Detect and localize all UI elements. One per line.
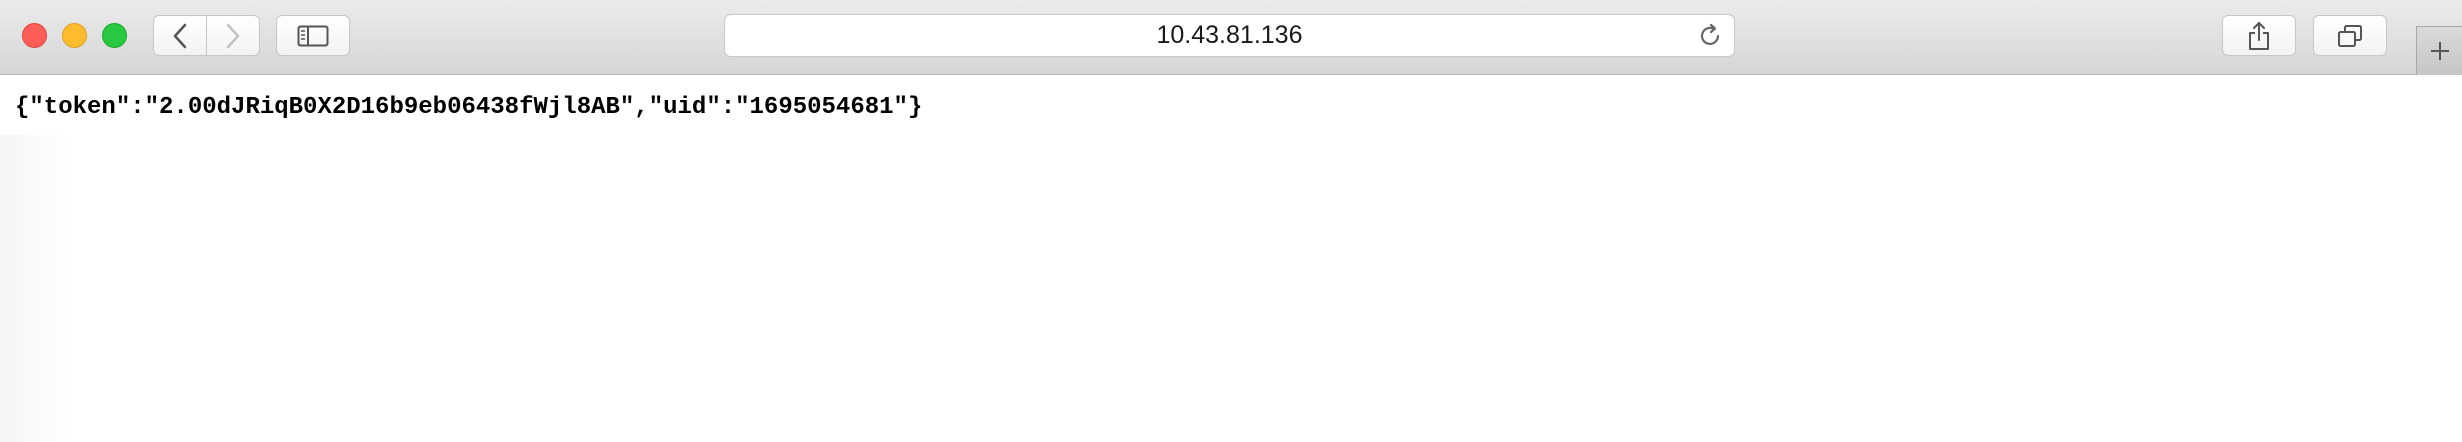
address-bar[interactable]: 10.43.81.136 bbox=[724, 14, 1735, 57]
minimize-window-button[interactable] bbox=[62, 23, 87, 48]
back-button[interactable] bbox=[153, 15, 207, 56]
forward-button[interactable] bbox=[206, 15, 260, 56]
reload-icon[interactable] bbox=[1696, 22, 1724, 50]
plus-icon bbox=[2428, 39, 2452, 63]
zoom-window-button[interactable] bbox=[102, 23, 127, 48]
close-window-button[interactable] bbox=[22, 23, 47, 48]
url-text[interactable]: 10.43.81.136 bbox=[725, 15, 1734, 56]
tabs-overview-icon bbox=[2337, 24, 2363, 48]
new-tab-button[interactable] bbox=[2416, 26, 2462, 75]
sidebar-toggle-button[interactable] bbox=[276, 15, 350, 56]
tabs-overview-button[interactable] bbox=[2313, 15, 2387, 56]
chevron-left-icon bbox=[171, 23, 189, 49]
sidebar-icon bbox=[297, 25, 329, 47]
json-response-text: {"token":"2.00dJRiqB0X2D16b9eb06438fWjl8… bbox=[15, 94, 923, 121]
browser-toolbar: 10.43.81.136 bbox=[0, 0, 2462, 75]
share-button[interactable] bbox=[2222, 15, 2296, 56]
chevron-right-icon bbox=[224, 23, 242, 49]
share-icon bbox=[2247, 21, 2271, 51]
browser-window: 10.43.81.136 {"token":"2.00dJRiqB0X2D16b… bbox=[0, 0, 2462, 442]
page-content: {"token":"2.00dJRiqB0X2D16b9eb06438fWjl8… bbox=[0, 75, 2462, 442]
page-edge-shadow bbox=[0, 135, 70, 442]
